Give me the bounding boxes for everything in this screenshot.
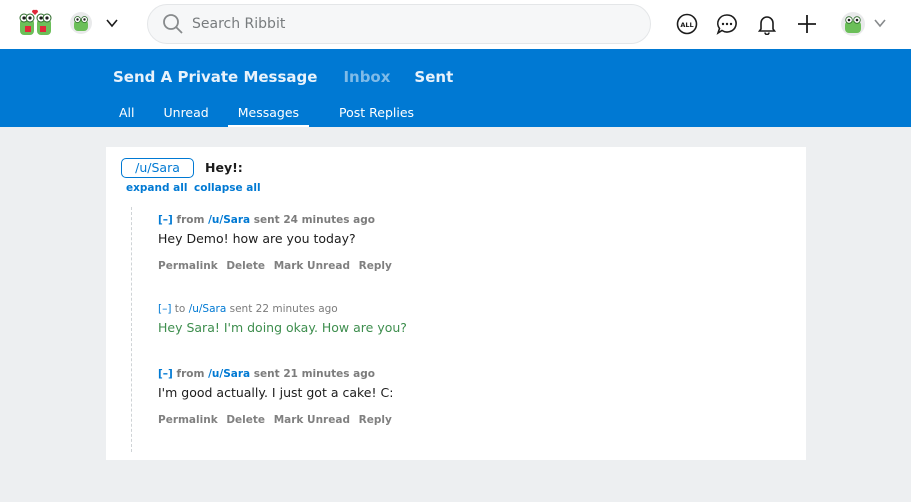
message-direction: to	[174, 303, 186, 315]
thread-user-link[interactable]: /u/Sara	[121, 158, 194, 178]
message-nav: Send A Private Message Inbox Sent	[113, 68, 453, 86]
message-meta: [–] to /u/Sara sent 22 minutes ago	[158, 303, 407, 315]
tab-all[interactable]: All	[109, 104, 154, 127]
permalink-button[interactable]: Permalink	[158, 414, 218, 426]
mark-unread-button[interactable]: Mark Unread	[274, 260, 350, 272]
reply-button[interactable]: Reply	[359, 260, 392, 272]
tab-post-replies[interactable]: Post Replies	[329, 104, 424, 127]
message-meta: [–] from /u/Sara sent 21 minutes ago	[158, 368, 397, 380]
collapse-all-link[interactable]: collapse all	[194, 182, 261, 194]
message-actions: Permalink Delete Mark Unread Reply	[158, 260, 397, 272]
thread-subject: Hey!:	[205, 160, 243, 175]
inbox-tabs: All Unread Messages Post Replies	[109, 104, 424, 127]
chevron-down-icon[interactable]	[105, 17, 119, 29]
search-input[interactable]	[192, 13, 632, 35]
message-item: [–] to /u/Sara sent 22 minutes ago Hey S…	[158, 303, 407, 335]
tab-unread[interactable]: Unread	[154, 104, 228, 127]
expand-all-link[interactable]: expand all	[126, 182, 187, 194]
all-icon[interactable]: ALL	[676, 13, 698, 35]
thread-line	[131, 207, 132, 452]
message-time: sent 22 minutes ago	[229, 303, 338, 315]
tab-messages[interactable]: Messages	[227, 104, 310, 127]
message-meta: [–] from /u/Sara sent 24 minutes ago	[158, 214, 397, 226]
search-icon	[163, 14, 183, 34]
user-avatar-icon[interactable]	[841, 12, 865, 36]
plus-icon[interactable]	[796, 13, 818, 35]
delete-button[interactable]: Delete	[226, 260, 265, 272]
message-user-link[interactable]: /u/Sara	[189, 303, 227, 315]
bell-icon[interactable]	[756, 13, 778, 35]
reply-button[interactable]: Reply	[359, 414, 392, 426]
chevron-down-icon[interactable]	[873, 17, 887, 29]
collapse-toggle[interactable]: [–]	[158, 368, 173, 380]
sent-link[interactable]: Sent	[414, 68, 453, 86]
collapse-toggle[interactable]: [–]	[158, 303, 171, 315]
inbox-link[interactable]: Inbox	[343, 68, 390, 86]
send-private-message-link[interactable]: Send A Private Message	[113, 68, 317, 86]
message-direction: from	[176, 368, 205, 380]
message-direction: from	[176, 214, 205, 226]
message-thread-card: /u/Sara Hey!: expand all collapse all [–…	[106, 147, 806, 460]
permalink-button[interactable]: Permalink	[158, 260, 218, 272]
messages-header: Send A Private Message Inbox Sent All Un…	[0, 49, 911, 127]
all-icon-label: ALL	[680, 21, 693, 29]
mark-unread-button[interactable]: Mark Unread	[274, 414, 350, 426]
message-item: [–] from /u/Sara sent 24 minutes ago Hey…	[158, 214, 397, 272]
message-actions: Permalink Delete Mark Unread Reply	[158, 414, 397, 426]
collapse-toggle[interactable]: [–]	[158, 214, 173, 226]
search-bar[interactable]	[147, 4, 651, 44]
message-body: Hey Demo! how are you today?	[158, 231, 356, 246]
message-body: I'm good actually. I just got a cake! C:	[158, 385, 394, 400]
message-time: sent 21 minutes ago	[253, 368, 375, 380]
message-time: sent 24 minutes ago	[253, 214, 375, 226]
message-item: [–] from /u/Sara sent 21 minutes ago I'm…	[158, 368, 397, 426]
delete-button[interactable]: Delete	[226, 414, 265, 426]
chat-icon[interactable]	[716, 13, 738, 35]
message-user-link[interactable]: /u/Sara	[208, 214, 250, 226]
frog-avatar-icon[interactable]	[70, 12, 92, 34]
message-user-link[interactable]: /u/Sara	[208, 368, 250, 380]
ribbit-frog-logo-icon[interactable]	[19, 9, 52, 37]
message-body: Hey Sara! I'm doing okay. How are you?	[158, 320, 407, 335]
top-bar: ALL	[0, 0, 911, 49]
